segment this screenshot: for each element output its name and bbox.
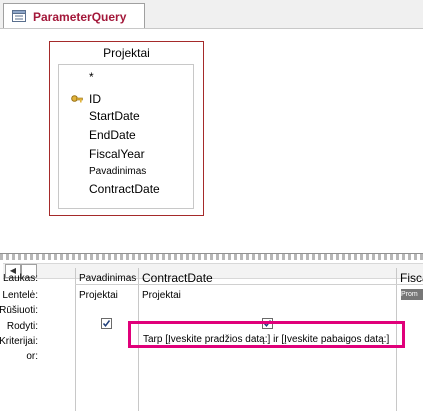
- tab-parameter-query[interactable]: ParameterQuery: [3, 3, 145, 28]
- field-startdate[interactable]: StartDate: [89, 109, 140, 123]
- field-contractdate[interactable]: ContractDate: [89, 182, 160, 196]
- criteria-contractdate[interactable]: Tarp [Įveskite pradžios datą:] ir [Įvesk…: [143, 334, 389, 345]
- row-label-field: Laukas:: [2, 273, 38, 284]
- field-all[interactable]: *: [89, 70, 94, 84]
- query-design-area: Projektai * ID StartDate EndDate FiscalY…: [0, 29, 423, 279]
- query-icon: [12, 10, 26, 22]
- row-label-or: or:: [26, 351, 38, 362]
- field-list: * ID StartDate EndDate FiscalYear Pavadi…: [58, 64, 194, 209]
- grid-divider: [75, 268, 76, 411]
- field-enddate[interactable]: EndDate: [89, 128, 136, 142]
- field-pavadinimas[interactable]: Pavadinimas: [89, 166, 146, 177]
- tab-title: ParameterQuery: [33, 10, 127, 24]
- row-label-show: Rodyti:: [6, 321, 38, 332]
- query-grid: Laukas: Lentelė: Rūšiuoti: Rodyti: Krite…: [0, 260, 423, 411]
- grid-header-line: [75, 284, 423, 285]
- table-title: Projektai: [103, 46, 150, 60]
- cell-field-fiscal[interactable]: Fisca: [400, 271, 423, 285]
- field-id[interactable]: ID: [89, 92, 101, 106]
- row-label-sort: Rūšiuoti:: [0, 305, 38, 316]
- cell-table-pavadinimas[interactable]: Projektai: [79, 290, 118, 301]
- row-label-criteria: Kriterijai:: [0, 336, 38, 347]
- show-checkbox-pavadinimas[interactable]: [101, 318, 112, 329]
- cell-table-contractdate[interactable]: Projektai: [142, 290, 181, 301]
- row-label-table: Lentelė:: [2, 290, 38, 301]
- cell-table-fiscal[interactable]: Prom: [401, 289, 423, 300]
- table-projektai[interactable]: Projektai * ID StartDate EndDate FiscalY…: [49, 41, 204, 216]
- cell-field-pavadinimas[interactable]: Pavadinimas: [79, 273, 136, 284]
- pane-splitter[interactable]: [0, 253, 423, 260]
- document-tabstrip: ParameterQuery: [0, 0, 423, 29]
- field-fiscalyear[interactable]: FiscalYear: [89, 147, 145, 161]
- key-icon: [71, 95, 83, 105]
- cell-field-contractdate[interactable]: ContractDate: [142, 271, 213, 285]
